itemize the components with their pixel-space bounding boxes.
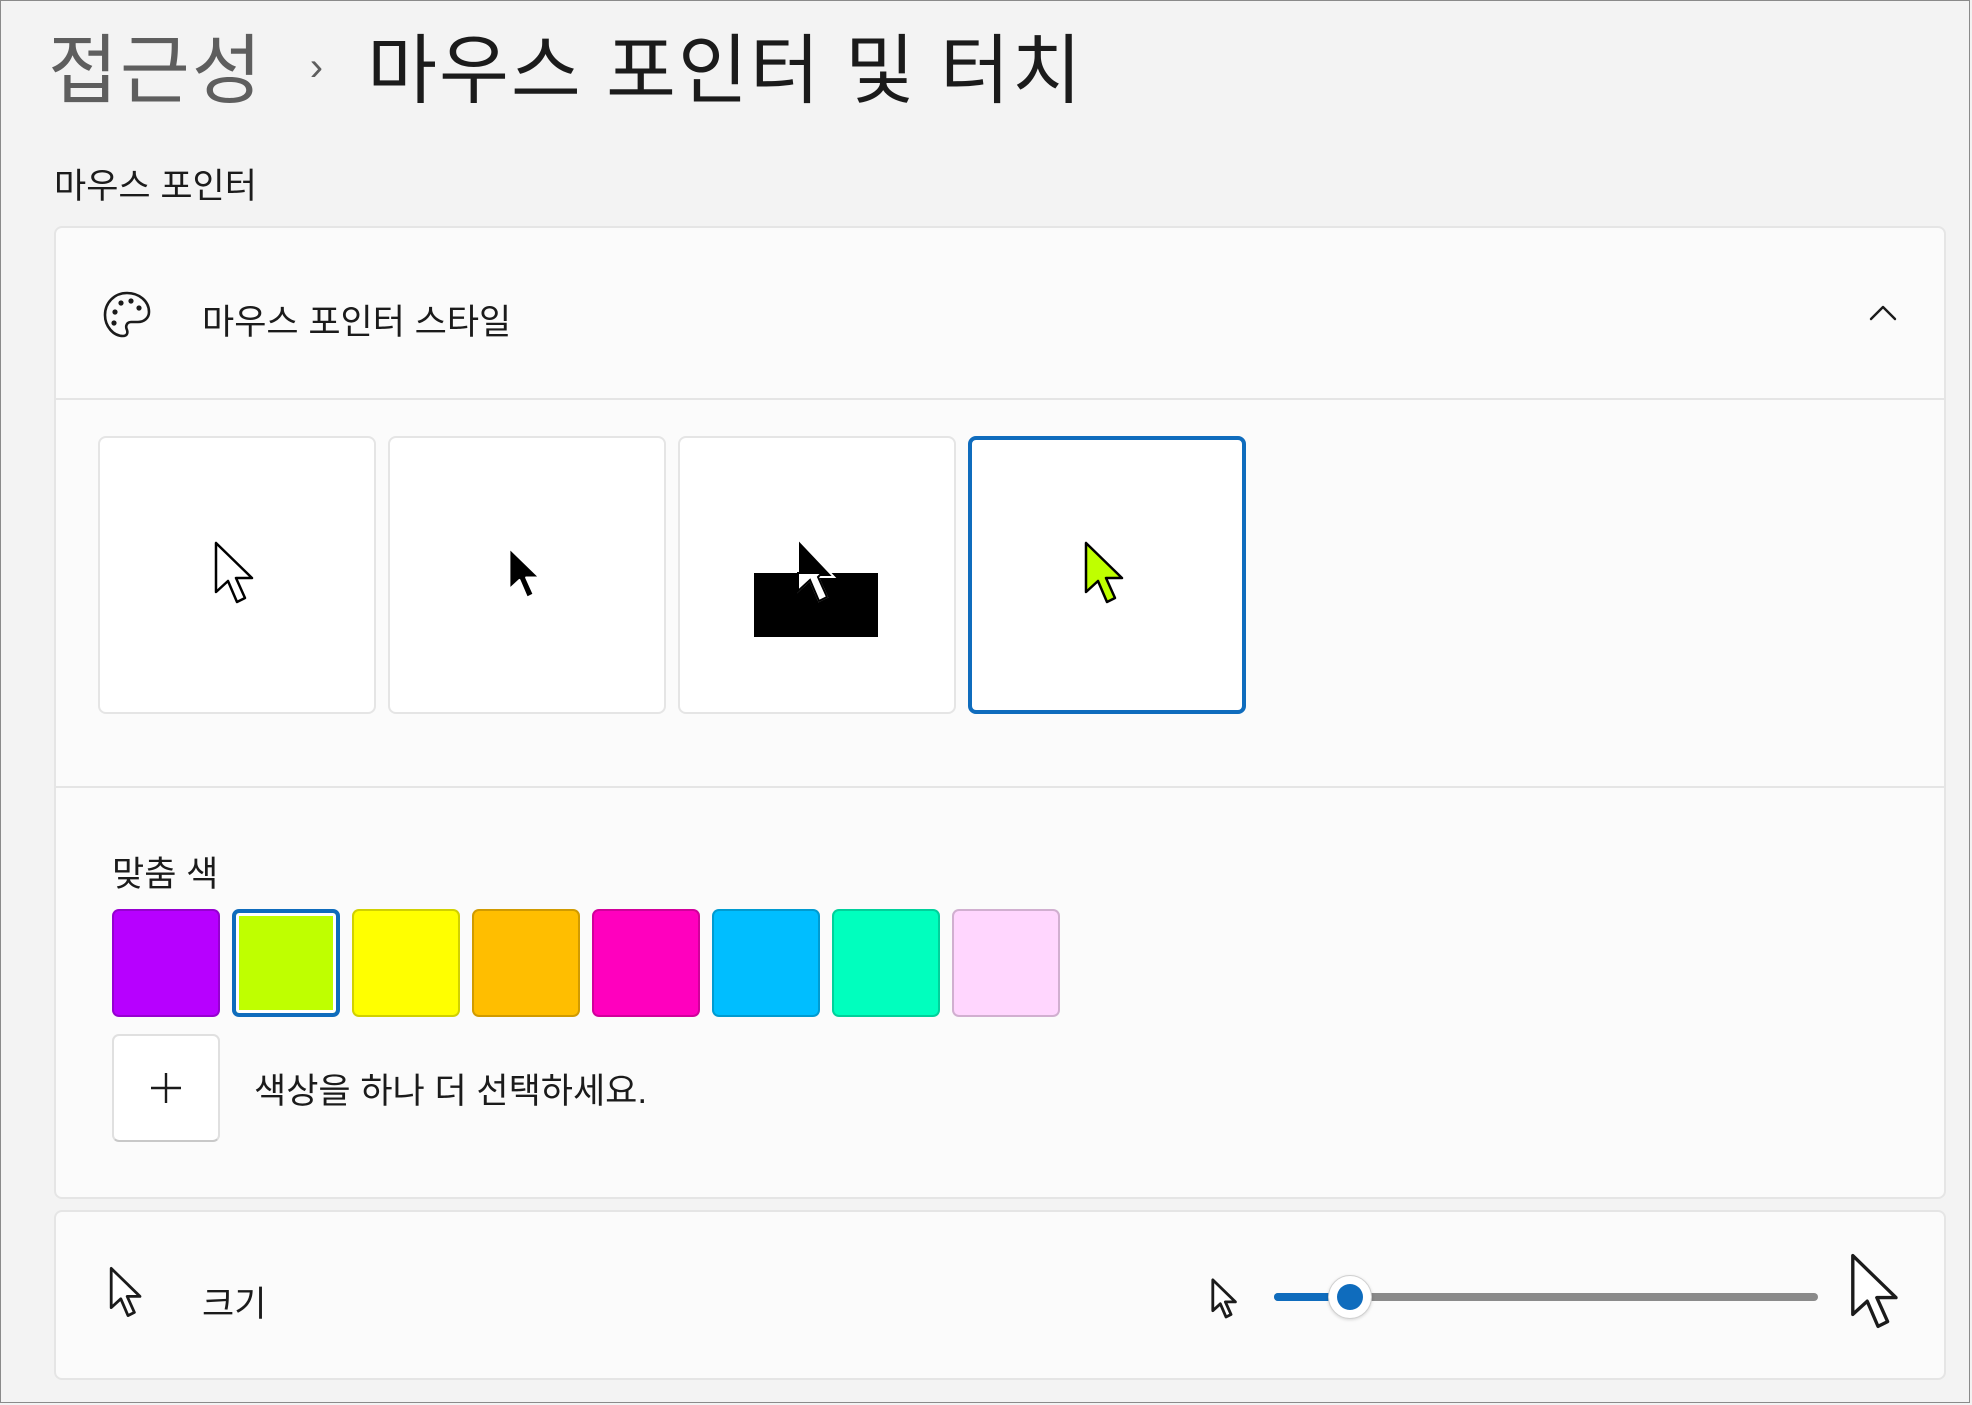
slider-thumb-core (1337, 1284, 1364, 1310)
page-title: 마우스 포인터 및 터치 (367, 29, 1084, 114)
divider (56, 786, 1944, 788)
pointer-black-icon (508, 547, 541, 599)
slider-thumb[interactable] (1328, 1275, 1373, 1319)
breadcrumb-separator-icon: › (309, 44, 324, 89)
breadcrumb-parent-link[interactable]: 접근성 (48, 9, 264, 119)
color-swatches (112, 909, 1060, 1017)
color-swatch-purple[interactable] (112, 909, 220, 1017)
pointer-style-card-header[interactable]: 마우스 포인터 스타일 (56, 228, 1944, 398)
pointer-style-card: 마우스 포인터 스타일 맞춤 색 색상을 하나 더 선택하세요. (54, 226, 1946, 1199)
divider (56, 398, 1944, 400)
large-pointer-icon (1848, 1252, 1908, 1336)
small-pointer-icon (1209, 1278, 1243, 1322)
section-heading-mouse-pointer: 마우스 포인터 (54, 167, 257, 206)
pointer-style-custom[interactable] (968, 436, 1246, 714)
add-color-label: 색상을 하나 더 선택하세요. (254, 1071, 648, 1111)
pointer-custom-icon (1084, 541, 1124, 604)
plus-icon (151, 1073, 181, 1103)
color-swatch-light-pink[interactable] (952, 909, 1060, 1017)
color-swatch-yellow[interactable] (352, 909, 460, 1017)
pointer-style-options (98, 436, 1246, 714)
pointer-size-slider[interactable] (1266, 1272, 1826, 1322)
color-swatch-sky-blue[interactable] (712, 909, 820, 1017)
add-color-button[interactable] (112, 1034, 220, 1142)
color-swatch-orange[interactable] (472, 909, 580, 1017)
pointer-size-card: 크기 (54, 1210, 1946, 1380)
pointer-white-icon (214, 541, 254, 604)
chevron-up-icon[interactable] (1868, 298, 1898, 328)
custom-colors-label: 맞춤 색 (112, 855, 219, 894)
add-color-row: 색상을 하나 더 선택하세요. (112, 1034, 647, 1142)
pointer-icon (108, 1264, 148, 1324)
breadcrumb: 접근성 › 마우스 포인터 및 터치 (48, 14, 1084, 114)
color-swatch-teal[interactable] (832, 909, 940, 1017)
pointer-style-white[interactable] (98, 436, 376, 714)
color-swatch-magenta[interactable] (592, 909, 700, 1017)
pointer-style-black[interactable] (388, 436, 666, 714)
pointer-inverted-icon (754, 536, 878, 637)
pointer-size-label: 크기 (202, 1285, 267, 1324)
color-swatch-lime[interactable] (232, 909, 340, 1017)
pointer-style-inverted[interactable] (678, 436, 956, 714)
palette-icon (100, 288, 154, 342)
pointer-style-title: 마우스 포인터 스타일 (202, 303, 512, 342)
